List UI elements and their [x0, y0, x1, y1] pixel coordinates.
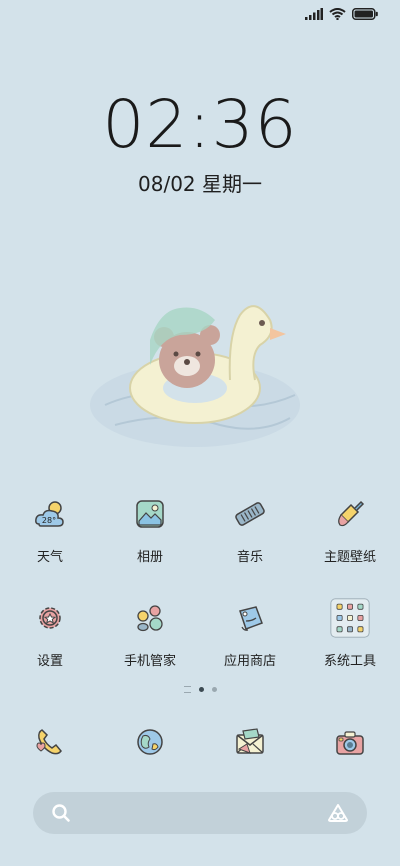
- clock-date[interactable]: 08/02 星期一: [0, 168, 400, 197]
- search-bar[interactable]: [33, 792, 367, 834]
- app-weather[interactable]: 28° 天气: [0, 494, 100, 565]
- signal-icon: [305, 8, 323, 20]
- page-dot-1[interactable]: [183, 686, 191, 693]
- app-row-1: 28° 天气 相册 音乐 主题壁纸: [0, 494, 400, 565]
- gallery-icon: [130, 494, 170, 534]
- weather-temp: 28°: [42, 516, 56, 525]
- app-folder-system-tools[interactable]: 系统工具: [300, 598, 400, 669]
- app-store-icon: [230, 598, 270, 638]
- dock: [0, 722, 400, 762]
- app-music[interactable]: 音乐: [200, 494, 300, 565]
- app-label: 手机管家: [123, 654, 176, 669]
- wifi-icon: [329, 8, 346, 20]
- app-label: 应用商店: [223, 654, 276, 669]
- settings-icon: [30, 598, 70, 638]
- camera-icon: [330, 722, 370, 762]
- app-label: 系统工具: [323, 654, 376, 669]
- app-label: 设置: [36, 654, 63, 669]
- messages-icon: [230, 722, 270, 762]
- battery-icon: [352, 8, 378, 20]
- status-bar: [305, 8, 378, 20]
- system-tools-folder-icon: [330, 598, 370, 638]
- themes-icon: [330, 494, 370, 534]
- app-browser[interactable]: [100, 722, 200, 762]
- app-security[interactable]: 手机管家: [100, 598, 200, 669]
- weather-icon: 28°: [30, 494, 70, 534]
- phone-icon: [30, 722, 70, 762]
- app-label: 天气: [36, 550, 63, 565]
- app-row-2: 设置 手机管家 应用商店 系统工具: [0, 598, 400, 669]
- search-icon[interactable]: [51, 803, 71, 823]
- app-camera[interactable]: [300, 722, 400, 762]
- app-themes[interactable]: 主题壁纸: [300, 494, 400, 565]
- page-dot-3[interactable]: [211, 687, 217, 692]
- app-label: 音乐: [236, 550, 263, 565]
- page-dot-2[interactable]: [198, 687, 204, 692]
- app-store[interactable]: 应用商店: [200, 598, 300, 669]
- wallpaper-illustration: [90, 305, 300, 447]
- app-phone[interactable]: [0, 722, 100, 762]
- browser-icon: [130, 722, 170, 762]
- clock-time[interactable]: 02:36: [0, 86, 400, 163]
- app-label: 主题壁纸: [323, 550, 376, 565]
- page-indicator[interactable]: [0, 686, 400, 693]
- music-icon: [230, 494, 270, 534]
- security-icon: [130, 598, 170, 638]
- app-settings[interactable]: 设置: [0, 598, 100, 669]
- assistant-icon[interactable]: [327, 803, 349, 823]
- app-label: 相册: [136, 550, 163, 565]
- app-gallery[interactable]: 相册: [100, 494, 200, 565]
- app-messages[interactable]: [200, 722, 300, 762]
